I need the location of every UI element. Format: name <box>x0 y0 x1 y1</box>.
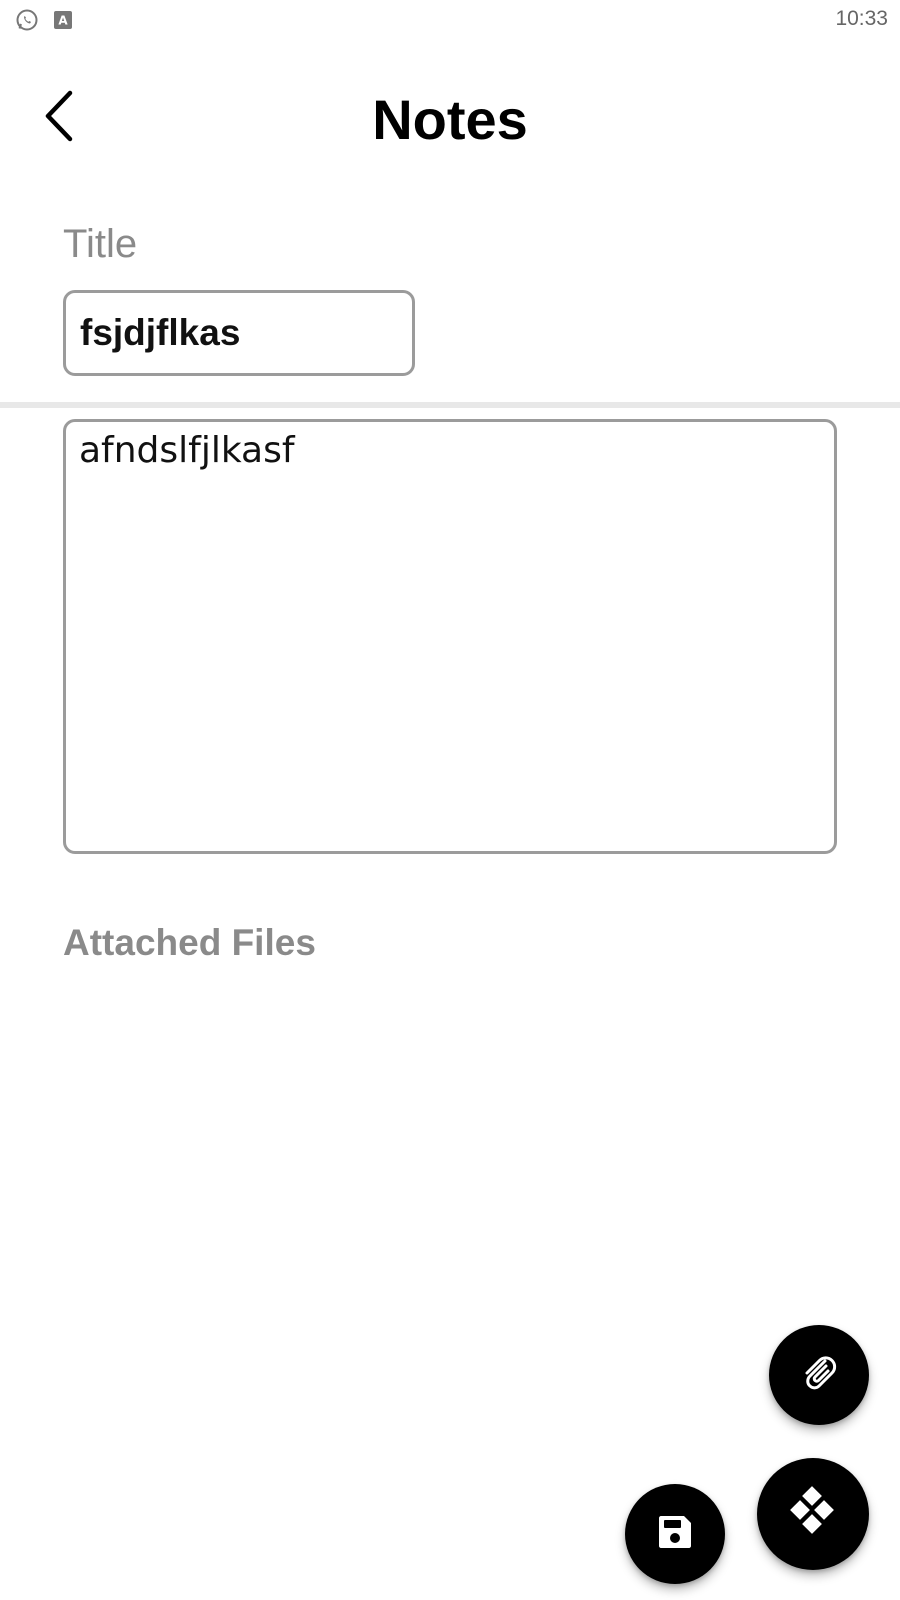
status-time: 10:33 <box>835 7 888 30</box>
save-icon <box>655 1512 695 1557</box>
app-header: Notes <box>0 70 900 170</box>
attached-files-label: Attached Files <box>63 922 316 963</box>
diamond-grid-icon <box>785 1484 841 1545</box>
menu-fab-button[interactable] <box>757 1458 869 1570</box>
paperclip-icon <box>795 1349 843 1402</box>
attach-file-button[interactable] <box>769 1325 869 1425</box>
save-button[interactable] <box>625 1484 725 1584</box>
divider <box>0 402 900 408</box>
title-label: Title <box>63 222 138 266</box>
app-a-icon: A <box>50 7 76 33</box>
whatsapp-icon <box>14 7 40 33</box>
page-title: Notes <box>372 88 528 151</box>
svg-text:A: A <box>58 14 68 28</box>
note-body-textarea[interactable]: afndslfjlkasf <box>63 419 837 854</box>
note-title-input[interactable] <box>63 290 415 376</box>
status-bar: A 10:33 <box>0 0 900 40</box>
